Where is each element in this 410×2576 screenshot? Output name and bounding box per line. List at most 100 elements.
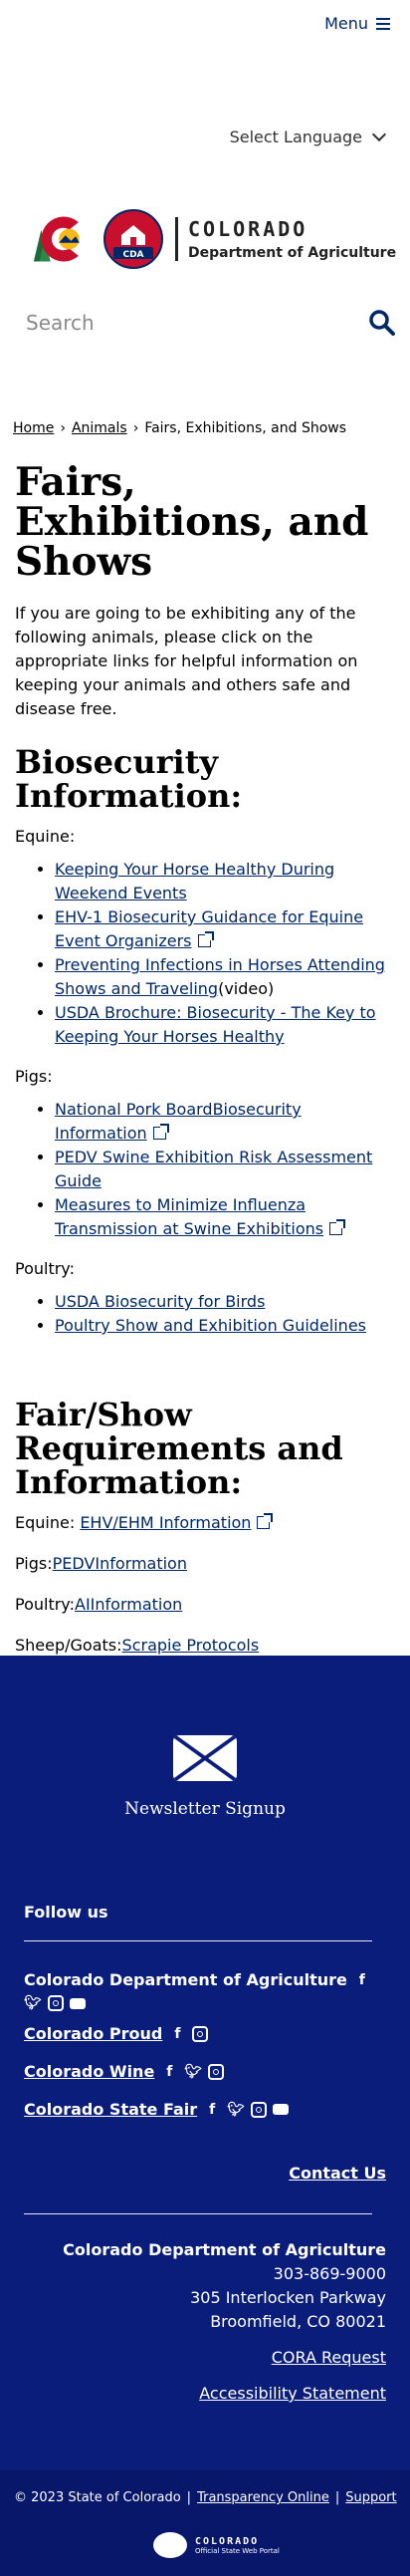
twitter-icon[interactable]: 🐦︎ bbox=[227, 2102, 245, 2118]
chevron-down-icon bbox=[371, 127, 387, 142]
instagram-icon[interactable] bbox=[208, 2063, 225, 2080]
follow-us-heading: Follow us bbox=[24, 1903, 108, 1922]
site-footer: Newsletter Signup Follow us Colorado Dep… bbox=[0, 1656, 410, 2470]
search-icon[interactable] bbox=[368, 309, 396, 337]
youtube-icon[interactable] bbox=[273, 2104, 290, 2115]
site-logo[interactable]: CDA COLORADO Department of Agriculture bbox=[26, 209, 396, 269]
pigs-link-influenza[interactable]: Measures to Minimize Influenza Transmiss… bbox=[55, 1195, 323, 1238]
poultry-link-show-guidelines[interactable]: Poultry Show and Exhibition Guidelines bbox=[55, 1316, 366, 1335]
list-item: PEDV Swine Exhibition Risk Assessment Gu… bbox=[55, 1146, 396, 1193]
phone: 303-869-9000 bbox=[273, 2264, 386, 2283]
colorado-portal-icon bbox=[153, 2532, 187, 2558]
language-select[interactable]: Select Language bbox=[230, 127, 387, 146]
seal-text: CDA bbox=[122, 250, 143, 260]
breadcrumb-home[interactable]: Home bbox=[13, 420, 54, 436]
requirement-row: Equine: EHV/EHM Information bbox=[15, 1513, 396, 1532]
menu-button[interactable]: Menu bbox=[324, 14, 390, 33]
state-portal-logo[interactable]: COLORADO Official State Web Portal bbox=[153, 2532, 280, 2558]
req-equine-link[interactable]: EHV/EHM Information bbox=[80, 1513, 251, 1532]
social-row-state-fair: Colorado State Fair f 🐦︎ bbox=[24, 2100, 290, 2119]
search-bar bbox=[26, 301, 396, 345]
pigs-link-pedv-guide[interactable]: PEDV Swine Exhibition Risk Assessment Gu… bbox=[55, 1148, 372, 1190]
list-item: USDA Brochure: Biosecurity - The Key to … bbox=[55, 1001, 396, 1049]
poultry-label: Poultry: bbox=[15, 1259, 75, 1278]
facebook-icon[interactable]: f bbox=[353, 1972, 371, 1988]
contact-info: Colorado Department of Agriculture 303-8… bbox=[63, 2238, 386, 2406]
bottom-links: © 2023 State of Colorado | Transparency On… bbox=[14, 2490, 397, 2505]
contact-us: Contact Us bbox=[289, 2164, 386, 2183]
page-title: Fairs, Exhibitions, and Shows bbox=[15, 459, 369, 585]
contact-us-link[interactable]: Contact Us bbox=[289, 2164, 386, 2183]
accessibility-link[interactable]: Accessibility Statement bbox=[199, 2384, 386, 2403]
equine-link-usda-brochure[interactable]: USDA Brochure: Biosecurity - The Key to … bbox=[55, 1003, 376, 1046]
equine-link-weekend-events[interactable]: Keeping Your Horse Healthy During Weeken… bbox=[55, 860, 334, 902]
cda-seal-icon: CDA bbox=[103, 209, 163, 269]
logo-state-name: COLORADO bbox=[188, 217, 308, 241]
list-item: EHV-1 Biosecurity Guidance for Equine Ev… bbox=[55, 905, 396, 953]
org-name: Colorado Department of Agriculture bbox=[63, 2240, 386, 2259]
hamburger-icon bbox=[376, 17, 390, 30]
social-row-proud: Colorado Proud f bbox=[24, 2024, 209, 2043]
equine-label: Equine: bbox=[15, 827, 76, 846]
list-item: Preventing Infections in Horses Attendin… bbox=[55, 953, 396, 1001]
transparency-link[interactable]: Transparency Online bbox=[197, 2490, 329, 2505]
req-pigs-label: Pigs: bbox=[15, 1554, 53, 1573]
social-row-wine: Colorado Wine f 🐦︎ bbox=[24, 2062, 225, 2081]
facebook-icon[interactable]: f bbox=[160, 2064, 178, 2080]
support-link[interactable]: Support bbox=[345, 2490, 396, 2505]
external-link-icon bbox=[197, 931, 214, 947]
requirements-heading: Fair/Show Requirements and Information: bbox=[15, 1396, 343, 1501]
pigs-links: National Pork BoardBiosecurity Informati… bbox=[15, 1098, 396, 1241]
social-link[interactable]: Colorado State Fair bbox=[24, 2100, 197, 2119]
portal-subtitle: Official State Web Portal bbox=[195, 2546, 280, 2555]
copyright: © 2023 State of Colorado bbox=[14, 2490, 181, 2505]
biosecurity-heading: Biosecurity Information: bbox=[15, 743, 243, 815]
list-item: Poultry Show and Exhibition Guidelines bbox=[55, 1314, 396, 1338]
list-item: USDA Biosecurity for Birds bbox=[55, 1290, 396, 1314]
breadcrumb-current: Fairs, Exhibitions, and Shows bbox=[144, 420, 347, 436]
youtube-icon[interactable] bbox=[70, 1997, 86, 2009]
social-link[interactable]: Colorado Wine bbox=[24, 2062, 154, 2081]
breadcrumb-animals[interactable]: Animals bbox=[72, 420, 127, 436]
instagram-icon[interactable] bbox=[251, 2101, 268, 2118]
external-link-icon bbox=[257, 1513, 274, 1529]
list-item: Keeping Your Horse Healthy During Weeken… bbox=[55, 858, 396, 905]
facebook-icon[interactable]: f bbox=[203, 2102, 221, 2118]
requirements-list: Equine: EHV/EHM Information Pigs:PEDVInf… bbox=[15, 1513, 396, 1655]
twitter-icon[interactable]: 🐦︎ bbox=[184, 2064, 202, 2080]
poultry-link-usda-birds[interactable]: USDA Biosecurity for Birds bbox=[55, 1292, 265, 1311]
newsletter-signup[interactable]: Newsletter Signup bbox=[0, 1656, 410, 1819]
requirement-row: Pigs:PEDVInformation bbox=[15, 1554, 396, 1573]
twitter-icon[interactable]: 🐦︎ bbox=[24, 1995, 42, 2011]
social-name: Colorado Department of Agriculture bbox=[24, 1970, 347, 1989]
bottom-bar: © 2023 State of Colorado | Transparency On… bbox=[0, 2470, 410, 2576]
facebook-icon[interactable]: f bbox=[168, 2026, 186, 2042]
social-row-cda: Colorado Department of Agriculture f 🐦︎ bbox=[24, 1970, 382, 2011]
address-line-1: 305 Interlocken Parkway bbox=[190, 2288, 386, 2307]
req-poultry-label: Poultry: bbox=[15, 1595, 75, 1614]
main-content: Fairs, Exhibitions, and Shows If you are… bbox=[15, 458, 396, 1676]
video-suffix: (video) bbox=[218, 979, 275, 998]
newsletter-label: Newsletter Signup bbox=[124, 1799, 286, 1819]
cora-request-link[interactable]: CORA Request bbox=[272, 2348, 386, 2367]
search-input[interactable] bbox=[26, 311, 305, 335]
pigs-link-pork-board[interactable]: National Pork BoardBiosecurity Informati… bbox=[55, 1100, 302, 1143]
address-line-2: Broomfield, CO 80021 bbox=[210, 2312, 386, 2331]
instagram-icon[interactable] bbox=[192, 2025, 209, 2042]
req-sheep-link[interactable]: Scrapie Protocols bbox=[122, 1636, 260, 1655]
req-poultry-link[interactable]: AIInformation bbox=[75, 1595, 182, 1614]
external-link-icon bbox=[152, 1124, 169, 1140]
divider bbox=[24, 2213, 372, 2214]
instagram-icon[interactable] bbox=[48, 1995, 64, 2011]
list-item: Measures to Minimize Influenza Transmiss… bbox=[55, 1193, 396, 1241]
intro-text: If you are going to be exhibiting any of… bbox=[15, 604, 358, 718]
equine-links: Keeping Your Horse Healthy During Weeken… bbox=[15, 858, 396, 1049]
req-pigs-link[interactable]: PEDVInformation bbox=[53, 1554, 187, 1573]
social-link[interactable]: Colorado Proud bbox=[24, 2024, 162, 2043]
poultry-links: USDA Biosecurity for Birds Poultry Show … bbox=[15, 1290, 396, 1338]
portal-name: COLORADO bbox=[195, 2535, 260, 2547]
envelope-icon bbox=[173, 1735, 237, 1781]
requirement-row: Poultry:AIInformation bbox=[15, 1595, 396, 1614]
breadcrumb: Home › Animals › Fairs, Exhibitions, and Sho… bbox=[13, 420, 346, 436]
requirement-row: Sheep/Goats:Scrapie Protocols bbox=[15, 1636, 396, 1655]
